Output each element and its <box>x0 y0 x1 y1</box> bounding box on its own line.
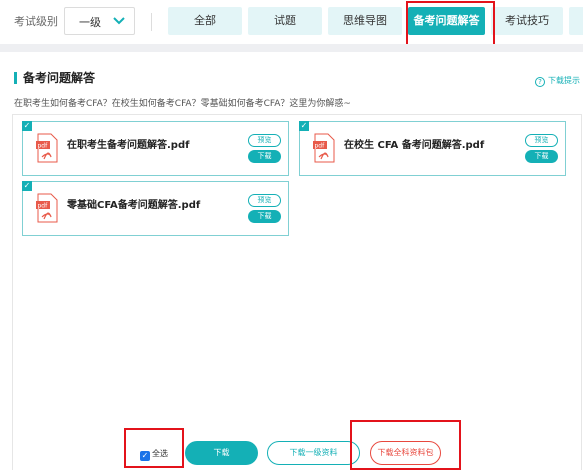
file-card[interactable]: ✓ pdf 在职考生备考问题解答.pdf 预览 下载 <box>22 121 289 176</box>
preview-button[interactable]: 预览 <box>248 194 281 207</box>
svg-text:pdf: pdf <box>38 203 49 210</box>
main-content: 备考问题解答 ? 下载提示 在职考生如何备考CFA？在校生如何备考CFA？零基础如… <box>0 52 583 470</box>
download-level1-button[interactable]: 下载一级资料 <box>267 441 360 465</box>
preview-button[interactable]: 预览 <box>248 134 281 147</box>
checkmark-icon: ✓ <box>140 451 150 461</box>
pdf-file-icon: pdf <box>36 193 58 223</box>
file-card[interactable]: ✓ pdf 零基础CFA备考问题解答.pdf 预览 下载 <box>22 181 289 236</box>
checkmark-icon[interactable]: ✓ <box>22 121 32 131</box>
tab-mind-map[interactable]: 思维导图 <box>328 7 402 35</box>
pdf-file-icon: pdf <box>36 133 58 163</box>
highlight-box-download-all <box>350 420 461 470</box>
tab-more[interactable] <box>569 7 583 35</box>
file-name: 在校生 CFA 备考问题解答.pdf <box>344 140 485 151</box>
pdf-file-icon: pdf <box>313 133 335 163</box>
highlight-box-tab <box>406 1 495 47</box>
tab-all[interactable]: 全部 <box>168 7 242 35</box>
chevron-down-icon <box>113 17 125 25</box>
download-button[interactable]: 下载 <box>525 150 558 163</box>
level-select[interactable]: 一级 <box>64 7 135 35</box>
divider <box>151 13 152 31</box>
level-select-value: 一级 <box>79 16 101 29</box>
help-icon: ? <box>535 77 545 87</box>
preview-button[interactable]: 预览 <box>525 134 558 147</box>
filter-bar: 考试级别 一级 全部 试题 思维导图 备考问题解答 考试技巧 <box>0 0 583 47</box>
file-name: 在职考生备考问题解答.pdf <box>67 140 190 151</box>
checkmark-icon[interactable]: ✓ <box>299 121 309 131</box>
section-title: 备考问题解答 <box>14 72 95 84</box>
level-label: 考试级别 <box>14 15 58 28</box>
svg-text:pdf: pdf <box>315 143 326 150</box>
download-button[interactable]: 下载 <box>248 210 281 223</box>
select-all-checkbox[interactable]: ✓ 全选 <box>140 448 168 461</box>
tab-questions[interactable]: 试题 <box>248 7 322 35</box>
tab-exam-tips[interactable]: 考试技巧 <box>491 7 563 35</box>
file-card[interactable]: ✓ pdf 在校生 CFA 备考问题解答.pdf 预览 下载 <box>299 121 566 176</box>
separator-band <box>0 44 583 52</box>
svg-text:pdf: pdf <box>38 143 49 150</box>
download-tip-link[interactable]: ? 下载提示 <box>535 75 580 87</box>
checkmark-icon[interactable]: ✓ <box>22 181 32 191</box>
download-selected-button[interactable]: 下载 <box>185 441 258 465</box>
file-name: 零基础CFA备考问题解答.pdf <box>67 200 201 211</box>
section-description: 在职考生如何备考CFA？在校生如何备考CFA？零基础如何备考CFA？这里为你解惑… <box>14 99 351 109</box>
download-button[interactable]: 下载 <box>248 150 281 163</box>
